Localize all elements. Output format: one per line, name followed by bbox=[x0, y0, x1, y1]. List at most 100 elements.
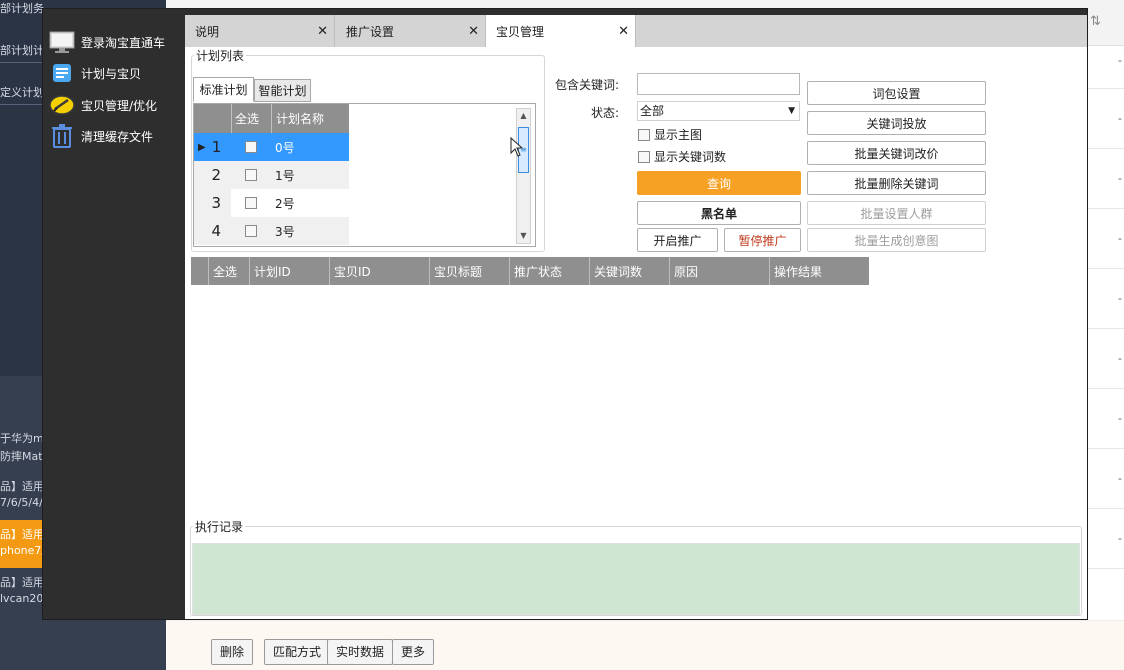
keyword-input[interactable] bbox=[637, 73, 800, 95]
checkbox-box[interactable] bbox=[638, 128, 650, 141]
plan-list-title: 计划列表 bbox=[196, 49, 245, 63]
sort-icon[interactable]: ⇅ bbox=[1090, 14, 1101, 29]
bg-delete-button[interactable]: 删除 bbox=[211, 639, 254, 665]
log-title: 执行记录 bbox=[195, 520, 244, 534]
bg-more-button[interactable]: 更多 bbox=[392, 639, 435, 665]
sidebar-item-label: 计划与宝贝 bbox=[81, 66, 142, 81]
edit-icon bbox=[49, 93, 75, 117]
tab-label: 推广设置 bbox=[346, 24, 395, 39]
batch-crowd-button[interactable]: 批量设置人群 bbox=[807, 201, 986, 225]
close-icon[interactable]: ✕ bbox=[468, 24, 479, 39]
subtab-standard-plan[interactable]: 标准计划 bbox=[193, 77, 254, 102]
plan-table: 全选 计划名称 ▶ 1 0号 2 1号 3 2号 4 3号 ▲ ≡ ▼ bbox=[193, 103, 536, 247]
show-main-image-checkbox[interactable]: 显示主图 bbox=[638, 126, 702, 143]
plan-name: 3号 bbox=[271, 217, 349, 245]
plan-name: 2号 bbox=[271, 189, 349, 217]
sidebar-item-label: 登录淘宝直通车 bbox=[81, 35, 166, 50]
status-select[interactable]: 全部 ▼ bbox=[637, 101, 800, 121]
subtab-smart-plan[interactable]: 智能计划 bbox=[254, 79, 311, 102]
plan-name-header: 计划名称 bbox=[271, 104, 349, 133]
bg-cell: - bbox=[1118, 412, 1122, 425]
close-icon[interactable]: ✕ bbox=[618, 24, 629, 39]
bg-cell: - bbox=[1118, 232, 1122, 245]
show-keyword-count-checkbox[interactable]: 显示关键词数 bbox=[638, 148, 726, 165]
tab-label: 宝贝管理 bbox=[496, 24, 545, 39]
sidebar-item-label: 清理缓存文件 bbox=[81, 129, 154, 144]
mouse-cursor-icon bbox=[510, 137, 524, 157]
plan-name: 1号 bbox=[271, 161, 349, 189]
tab-instructions[interactable]: 说明 ✕ bbox=[185, 15, 335, 47]
bg-cell: - bbox=[1118, 352, 1122, 365]
checkbox-label: 显示关键词数 bbox=[654, 150, 727, 164]
bg-text: 7/6/5/4/ bbox=[0, 496, 43, 509]
content-panel: 说明 ✕ 推广设置 ✕ 宝贝管理 ✕ 计划列表 标准计划 智能计划 全选 计划名… bbox=[185, 15, 1087, 619]
result-operation-header: 操作结果 bbox=[774, 264, 823, 279]
word-pack-settings-button[interactable]: 词包设置 bbox=[807, 81, 986, 105]
row-checkbox[interactable] bbox=[245, 225, 257, 237]
bg-text: 品】适用 bbox=[0, 576, 44, 589]
select-all-header[interactable]: 全选 bbox=[231, 104, 271, 133]
table-row[interactable]: 4 3号 bbox=[194, 217, 349, 245]
note-icon bbox=[49, 61, 75, 85]
trash-icon bbox=[49, 124, 75, 148]
result-item-title-header: 宝贝标题 bbox=[430, 257, 510, 285]
bg-cell: - bbox=[1118, 112, 1122, 125]
bg-cell: - bbox=[1118, 472, 1122, 485]
bg-text: phone7/8 bbox=[0, 544, 44, 557]
bg-text: lvcan20 bbox=[0, 592, 44, 605]
bg-cell: - bbox=[1118, 54, 1122, 67]
query-button[interactable]: 查询 bbox=[637, 171, 801, 195]
sidebar-item-clear-cache[interactable]: 清理缓存文件 bbox=[49, 123, 153, 149]
sidebar-item-label: 宝贝管理/优化 bbox=[81, 98, 158, 113]
result-reason-header: 原因 bbox=[670, 257, 770, 285]
batch-delete-keyword-button[interactable]: 批量删除关键词 bbox=[807, 171, 986, 195]
batch-creative-button[interactable]: 批量生成创意图 bbox=[807, 228, 986, 252]
row-checkbox[interactable] bbox=[245, 197, 257, 209]
row-checkbox[interactable] bbox=[245, 141, 257, 153]
current-row-arrow-icon: ▶ bbox=[198, 141, 206, 153]
plan-table-scrollbar[interactable]: ▲ ≡ ▼ bbox=[516, 108, 531, 244]
bg-cell: - bbox=[1118, 532, 1122, 545]
start-promotion-button[interactable]: 开启推广 bbox=[637, 228, 718, 252]
result-keyword-count-header: 关键词数 bbox=[590, 257, 670, 285]
status-value: 全部 bbox=[640, 104, 665, 118]
keyword-launch-button[interactable]: 关键词投放 bbox=[807, 111, 986, 135]
table-row[interactable]: ▶ 1 0号 bbox=[194, 133, 349, 161]
checkbox-label: 显示主图 bbox=[654, 128, 703, 142]
plan-table-header: 全选 计划名称 bbox=[194, 104, 535, 133]
tab-bar: 说明 ✕ 推广设置 ✕ 宝贝管理 ✕ bbox=[185, 15, 1087, 47]
checkbox-box[interactable] bbox=[638, 150, 650, 163]
blacklist-button[interactable]: 黑名单 bbox=[637, 201, 801, 225]
sidebar-item-login[interactable]: 登录淘宝直通车 bbox=[49, 29, 165, 55]
bg-text: 品】适用 bbox=[0, 528, 44, 541]
bg-cell: - bbox=[1118, 172, 1122, 185]
bg-text: 防摔Mate bbox=[0, 450, 44, 463]
row-checkbox[interactable] bbox=[245, 169, 257, 181]
tab-item-management[interactable]: 宝贝管理 ✕ bbox=[486, 15, 636, 47]
monitor-icon bbox=[49, 30, 75, 54]
row-number: 4 bbox=[194, 217, 231, 245]
sidebar-item-item-manage[interactable]: 宝贝管理/优化 bbox=[49, 92, 157, 118]
status-label: 状态: bbox=[591, 106, 620, 120]
tab-promotion-settings[interactable]: 推广设置 ✕ bbox=[336, 15, 486, 47]
bg-text: 部计划务 bbox=[0, 2, 44, 15]
bg-match-type-button[interactable]: 匹配方式 bbox=[264, 639, 331, 665]
sidebar-item-plans[interactable]: 计划与宝贝 bbox=[49, 60, 141, 86]
result-item-id-header: 宝贝ID bbox=[330, 257, 430, 285]
result-select-all-header[interactable]: 全选 bbox=[209, 257, 250, 285]
batch-price-button[interactable]: 批量关键词改价 bbox=[807, 141, 986, 165]
bg-text: 于华为m bbox=[0, 432, 44, 445]
chevron-down-icon: ▼ bbox=[788, 106, 795, 116]
row-number: 1 bbox=[211, 138, 222, 156]
bg-realtime-data-button[interactable]: 实时数据 bbox=[327, 639, 394, 665]
table-row[interactable]: 3 2号 bbox=[194, 189, 349, 217]
pause-promotion-button[interactable]: 暂停推广 bbox=[724, 228, 801, 252]
scroll-down-icon[interactable]: ▼ bbox=[517, 229, 530, 243]
scroll-up-icon[interactable]: ▲ bbox=[517, 109, 530, 123]
close-icon[interactable]: ✕ bbox=[317, 24, 328, 39]
plan-name: 0号 bbox=[271, 133, 349, 161]
table-row[interactable]: 2 1号 bbox=[194, 161, 349, 189]
log-textarea[interactable] bbox=[192, 543, 1080, 615]
tab-label: 说明 bbox=[195, 24, 220, 39]
bg-text: 定义计划 bbox=[0, 86, 44, 99]
